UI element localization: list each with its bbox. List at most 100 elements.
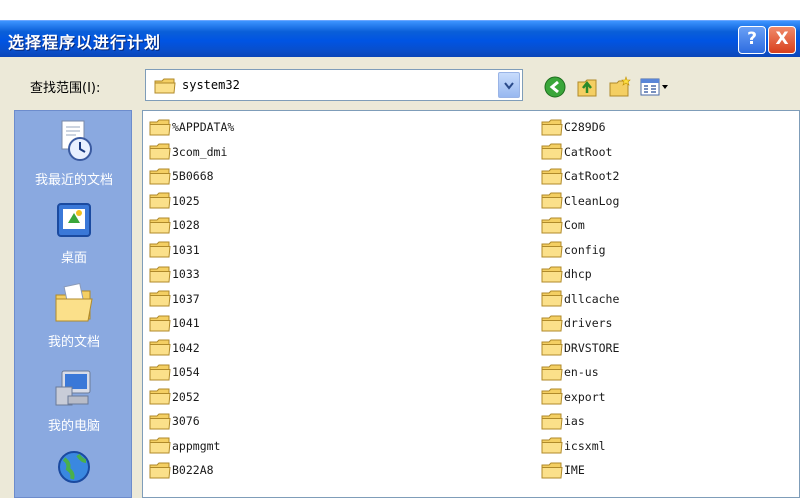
new-folder-icon[interactable] [608,76,632,102]
up-folder-icon[interactable] [576,76,600,102]
close-button[interactable]: X [768,26,796,54]
folder-name: 1042 [172,340,200,355]
place-recent-documents[interactable]: 我最近的文档 [15,119,131,188]
folder-icon [541,462,563,479]
folder-item[interactable]: C289D6 [541,115,619,140]
back-icon[interactable] [544,76,566,102]
file-column-2: C289D6 CatRoot CatRoot2 CleanLog Com config dh… [541,115,619,483]
dropdown-arrow-button[interactable] [498,72,520,98]
folder-item[interactable]: 1025 [149,189,234,214]
folder-icon [149,168,171,185]
place-label: 我的文档 [47,335,100,350]
folder-item[interactable]: dhcp [541,262,619,287]
place-my-documents[interactable]: 我的文档 [15,282,131,350]
help-button[interactable]: ? [738,26,766,54]
folder-name: dhcp [564,267,592,282]
folder-item[interactable]: config [541,238,619,263]
folder-item[interactable]: icsxml [541,434,619,459]
folder-item[interactable]: 1042 [149,336,234,361]
network-places-icon [58,451,90,483]
folder-item[interactable]: en-us [541,360,619,385]
folder-name: CatRoot [564,144,613,159]
folder-name: DRVSTORE [564,340,620,355]
folder-name: config [564,242,606,257]
places-bar: 我最近的文档 桌面 我的文档 我的电脑 [14,110,132,498]
folder-icon [149,388,171,405]
folder-icon [541,437,563,454]
folder-icon [541,290,563,307]
folder-icon [541,315,563,332]
folder-item[interactable]: drivers [541,311,619,336]
folder-item[interactable]: 2052 [149,385,234,410]
folder-item[interactable]: B022A8 [149,458,234,483]
look-in-label: 查找范围(I): [30,81,101,96]
folder-name: 3076 [172,414,200,429]
folder-name: 1031 [172,242,200,257]
folder-item[interactable]: DRVSTORE [541,336,619,361]
folder-icon [149,437,171,454]
folder-name: ias [564,414,585,429]
top-margin-strip [0,0,800,20]
folder-item[interactable]: Com [541,213,619,238]
place-network[interactable] [15,449,131,493]
place-label: 我的电脑 [47,419,100,434]
view-menu-icon[interactable] [640,76,670,102]
file-column-1: %APPDATA% 3com_dmi 5B0668 1025 1028 1031 1033 1… [149,115,234,483]
title-bar: 选择程序以进行计划 ? X [0,20,800,57]
my-computer-icon [55,370,91,406]
folder-icon [149,266,171,283]
folder-name: 1041 [172,316,200,331]
folder-icon [149,192,171,209]
folder-icon [149,217,171,234]
chevron-down-icon [504,82,514,90]
my-documents-icon [55,282,93,322]
folder-item[interactable]: 1028 [149,213,234,238]
folder-item[interactable]: 1054 [149,360,234,385]
folder-icon [541,364,563,381]
folder-item[interactable]: export [541,385,619,410]
folder-item[interactable]: 1031 [149,238,234,263]
folder-name: 1033 [172,267,200,282]
folder-item[interactable]: appmgmt [149,434,234,459]
look-in-dropdown[interactable]: system32 [145,69,523,101]
place-my-computer[interactable]: 我的电脑 [15,369,131,434]
folder-name: B022A8 [172,463,214,478]
folder-item[interactable]: 3076 [149,409,234,434]
folder-item[interactable]: %APPDATA% [149,115,234,140]
folder-item[interactable]: dllcache [541,287,619,312]
folder-icon [149,119,171,136]
folder-item[interactable]: 1033 [149,262,234,287]
folder-name: C289D6 [564,120,606,135]
folder-icon [541,119,563,136]
place-desktop[interactable]: 桌面 [15,201,131,266]
folder-item[interactable]: 5B0668 [149,164,234,189]
folder-icon [149,290,171,307]
folder-icon [541,266,563,283]
folder-name: en-us [564,365,599,380]
folder-icon [149,413,171,430]
folder-item[interactable]: CleanLog [541,189,619,214]
folder-name: 1028 [172,218,200,233]
folder-item[interactable]: CatRoot2 [541,164,619,189]
folder-icon [541,143,563,160]
folder-icon [149,315,171,332]
folder-item[interactable]: 1037 [149,287,234,312]
folder-name: CleanLog [564,193,620,208]
file-list[interactable]: %APPDATA% 3com_dmi 5B0668 1025 1028 1031 1033 1… [142,110,800,498]
folder-icon [541,339,563,356]
folder-name: 5B0668 [172,169,214,184]
place-label: 我最近的文档 [34,173,113,188]
folder-name: IME [564,463,585,478]
folder-item[interactable]: CatRoot [541,140,619,165]
folder-item[interactable]: IME [541,458,619,483]
folder-name: %APPDATA% [172,120,235,135]
folder-icon [154,78,176,98]
folder-icon [149,339,171,356]
folder-item[interactable]: 3com_dmi [149,140,234,165]
folder-name: 1054 [172,365,200,380]
folder-icon [149,462,171,479]
folder-item[interactable]: ias [541,409,619,434]
folder-name: Com [564,218,585,233]
folder-name: dllcache [564,291,620,306]
folder-item[interactable]: 1041 [149,311,234,336]
